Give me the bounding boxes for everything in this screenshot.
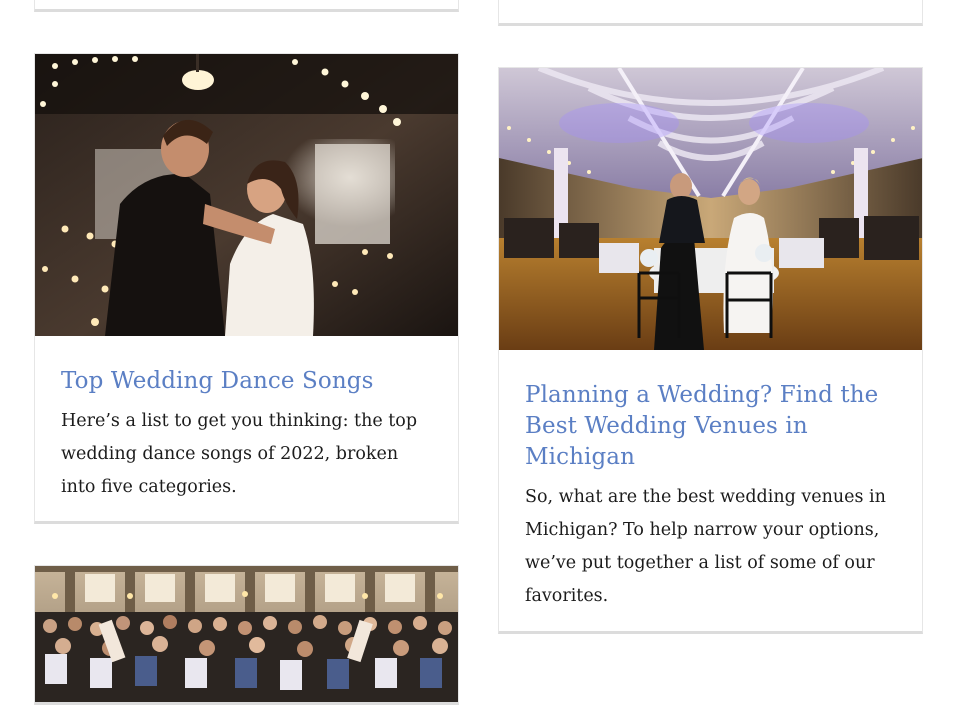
post-card-body: Planning a Wedding? Find the Best Weddin… [499, 350, 922, 613]
post-card-dance-songs[interactable]: Top Wedding Dance Songs Here’s a list to… [34, 53, 459, 524]
ballroom-venue-photo[interactable] [499, 68, 922, 350]
post-card-partial-top-left [34, 0, 459, 12]
post-excerpt: So, what are the best wedding venues in … [525, 487, 886, 606]
crowded-reception-photo[interactable] [35, 566, 458, 702]
post-card-partial-bottom[interactable] [34, 565, 459, 705]
couple-dancing-photo[interactable] [35, 54, 458, 336]
post-title[interactable]: Planning a Wedding? Find the Best Weddin… [525, 380, 896, 473]
post-card-partial-top-right [498, 0, 923, 26]
post-card-body: Top Wedding Dance Songs Here’s a list to… [35, 336, 458, 504]
post-excerpt: Here’s a list to get you thinking: the t… [61, 411, 418, 497]
post-card-michigan-venues[interactable]: Planning a Wedding? Find the Best Weddin… [498, 67, 923, 634]
post-title[interactable]: Top Wedding Dance Songs [61, 366, 432, 397]
